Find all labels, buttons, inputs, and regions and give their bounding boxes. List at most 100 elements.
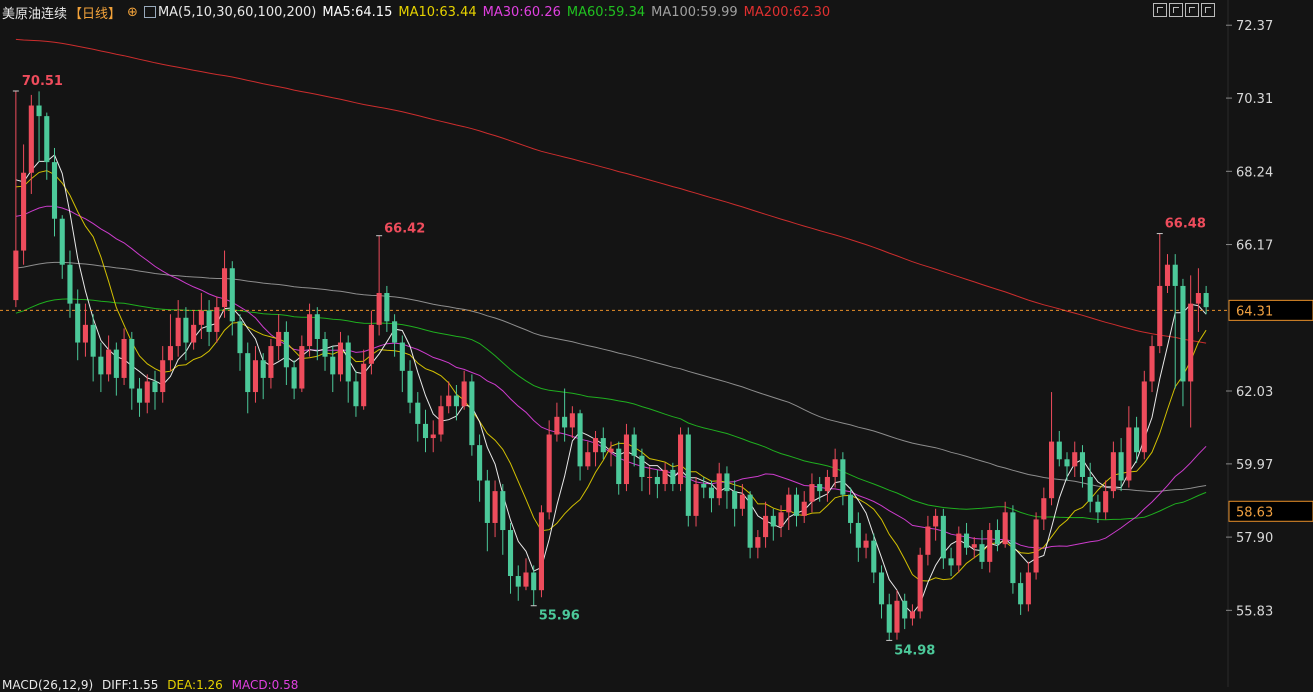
candle-body[interactable] bbox=[855, 522, 861, 548]
candle-body[interactable] bbox=[538, 512, 544, 591]
candle-body[interactable] bbox=[654, 476, 660, 485]
period-label[interactable]: 【日线】 bbox=[69, 3, 121, 22]
candle-body[interactable] bbox=[1203, 293, 1209, 308]
candle-body[interactable] bbox=[376, 293, 382, 325]
candle-body[interactable] bbox=[778, 512, 784, 527]
candle-body[interactable] bbox=[608, 448, 614, 453]
candle-body[interactable] bbox=[763, 515, 769, 538]
candle-body[interactable] bbox=[160, 360, 166, 393]
candle-body[interactable] bbox=[840, 459, 846, 495]
candle-body[interactable] bbox=[260, 360, 266, 378]
candle-body[interactable] bbox=[832, 459, 838, 477]
candle-body[interactable] bbox=[871, 540, 877, 573]
candle-body[interactable] bbox=[415, 402, 421, 424]
candle-body[interactable] bbox=[245, 353, 251, 393]
candle-body[interactable] bbox=[894, 600, 900, 633]
candle-body[interactable] bbox=[106, 349, 112, 375]
candle-body[interactable] bbox=[577, 413, 583, 467]
candle-body[interactable] bbox=[716, 473, 722, 499]
candle-body[interactable] bbox=[392, 321, 398, 343]
candle-body[interactable] bbox=[979, 544, 985, 562]
window-icon[interactable] bbox=[1169, 3, 1183, 17]
candle-body[interactable] bbox=[446, 395, 452, 407]
candle-body[interactable] bbox=[1033, 519, 1039, 573]
candle-body[interactable] bbox=[221, 268, 228, 308]
candle-body[interactable] bbox=[701, 484, 707, 488]
candle-body[interactable] bbox=[361, 363, 367, 407]
candle-body[interactable] bbox=[878, 572, 885, 605]
candle-body[interactable] bbox=[59, 218, 65, 265]
candle-body[interactable] bbox=[283, 331, 289, 368]
candle-body[interactable] bbox=[314, 314, 320, 339]
crosshair-icon[interactable]: ⊕ bbox=[127, 5, 138, 20]
candle-body[interactable] bbox=[793, 494, 800, 516]
candle-body[interactable] bbox=[1087, 476, 1093, 502]
candle-body[interactable] bbox=[90, 324, 96, 357]
candle-body[interactable] bbox=[1079, 452, 1086, 477]
candle-body[interactable] bbox=[770, 515, 776, 527]
candle-body[interactable] bbox=[438, 406, 444, 435]
candle-body[interactable] bbox=[1172, 264, 1178, 286]
candle-body[interactable] bbox=[554, 416, 560, 435]
candle-body[interactable] bbox=[724, 473, 730, 492]
candle-body[interactable] bbox=[183, 317, 189, 343]
candle-body[interactable] bbox=[786, 494, 792, 513]
candle-body[interactable] bbox=[399, 342, 405, 371]
candle-body[interactable] bbox=[1180, 285, 1186, 382]
candle-body[interactable] bbox=[322, 339, 328, 357]
candle-body[interactable] bbox=[994, 530, 1001, 545]
candle-body[interactable] bbox=[623, 434, 630, 485]
candle-body[interactable] bbox=[353, 381, 359, 407]
candle-body[interactable] bbox=[670, 469, 676, 485]
candle-body[interactable] bbox=[407, 370, 413, 403]
candle-body[interactable] bbox=[67, 264, 73, 304]
candle-body[interactable] bbox=[299, 346, 305, 389]
candle-body[interactable] bbox=[167, 346, 173, 361]
candle-body[interactable] bbox=[824, 476, 830, 492]
candle-body[interactable] bbox=[963, 533, 970, 548]
candle-body[interactable] bbox=[886, 604, 892, 633]
candle-body[interactable] bbox=[152, 381, 158, 393]
candle-body[interactable] bbox=[1126, 427, 1132, 481]
candle-body[interactable] bbox=[1164, 264, 1171, 286]
expand-icon[interactable] bbox=[1201, 3, 1215, 17]
candle-body[interactable] bbox=[198, 310, 204, 325]
candle-body[interactable] bbox=[631, 434, 637, 456]
candle-body[interactable] bbox=[430, 434, 436, 439]
candle-body[interactable] bbox=[13, 250, 19, 301]
chart-icon[interactable] bbox=[1185, 3, 1199, 17]
candle-body[interactable] bbox=[971, 544, 977, 548]
candle-body[interactable] bbox=[330, 356, 336, 375]
candle-body[interactable] bbox=[206, 310, 212, 332]
layout-icon[interactable] bbox=[1153, 3, 1167, 17]
candle-body[interactable] bbox=[562, 416, 568, 428]
candle-body[interactable] bbox=[948, 558, 954, 566]
candle-body[interactable] bbox=[1018, 583, 1024, 605]
candle-body[interactable] bbox=[902, 600, 908, 619]
candle-body[interactable] bbox=[933, 515, 939, 527]
candle-body[interactable] bbox=[75, 303, 81, 343]
candle-body[interactable] bbox=[693, 484, 699, 516]
candle-body[interactable] bbox=[422, 423, 429, 439]
candle-body[interactable] bbox=[28, 105, 34, 173]
candle-body[interactable] bbox=[307, 314, 313, 347]
candle-body[interactable] bbox=[1188, 303, 1194, 382]
candle-body[interactable] bbox=[732, 491, 738, 509]
candle-body[interactable] bbox=[801, 501, 807, 516]
candle-body[interactable] bbox=[136, 388, 143, 403]
candle-body[interactable] bbox=[291, 367, 297, 389]
indicator-icon[interactable] bbox=[143, 6, 156, 18]
candle-body[interactable] bbox=[585, 452, 591, 467]
candle-body[interactable] bbox=[461, 381, 467, 407]
candle-body[interactable] bbox=[453, 395, 459, 407]
candle-body[interactable] bbox=[1103, 491, 1109, 513]
candle-body[interactable] bbox=[1134, 427, 1140, 453]
candle-body[interactable] bbox=[500, 491, 506, 531]
candle-body[interactable] bbox=[492, 491, 498, 523]
candle-body[interactable] bbox=[44, 116, 50, 163]
candle-body[interactable] bbox=[817, 484, 823, 492]
candlestick-chart[interactable]: 72.37 70.31 68.24 66.17 62.03 59.97 57.90 55.83… bbox=[0, 0, 1313, 687]
candle-body[interactable] bbox=[507, 530, 514, 577]
candle-body[interactable] bbox=[368, 324, 374, 364]
candle-body[interactable] bbox=[708, 487, 715, 499]
